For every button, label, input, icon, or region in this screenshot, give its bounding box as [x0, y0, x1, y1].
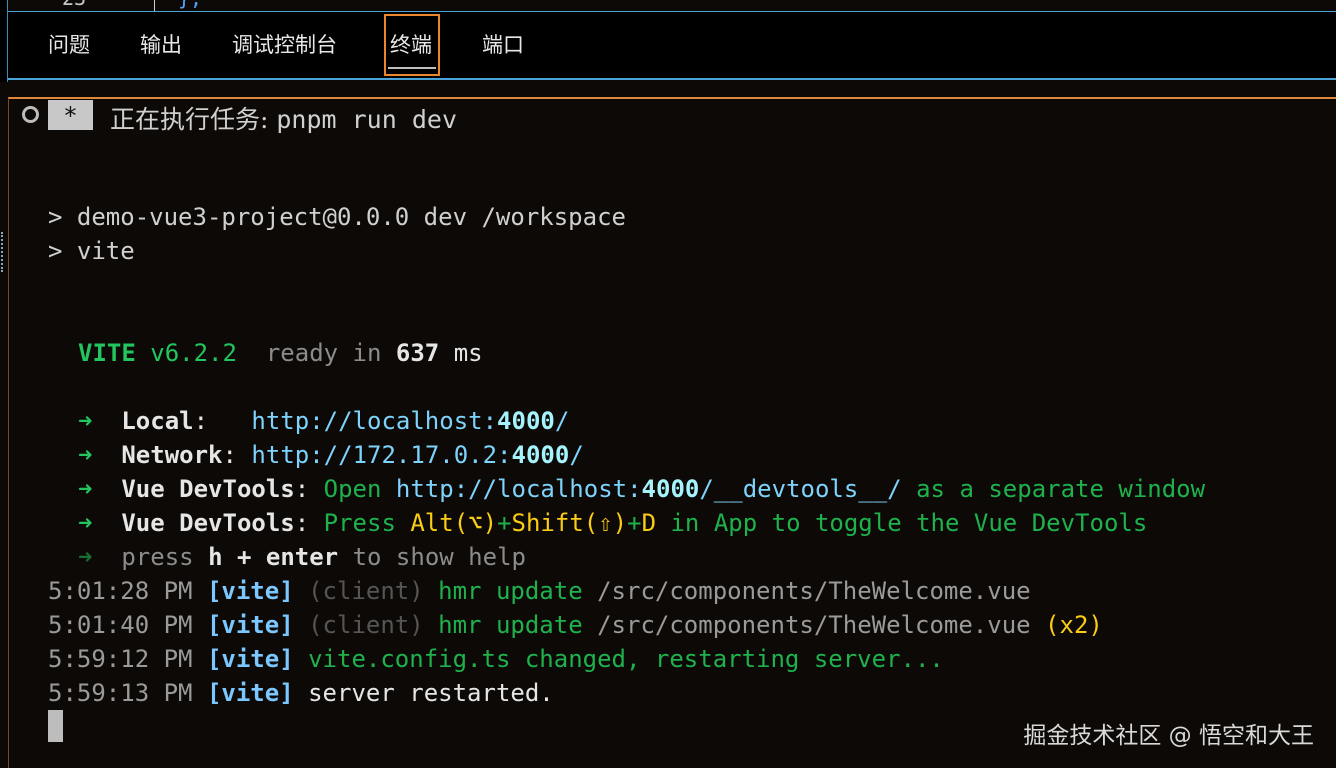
local-url-line: ➜ Local: http://localhost:4000/ — [78, 407, 570, 435]
vite-ready-line: VITE v6.2.2 ready in 637 ms — [78, 339, 483, 367]
task-badge: * — [48, 100, 93, 130]
script-line: > demo-vue3-project@0.0.0 dev /workspace — [48, 203, 626, 231]
tab-problems[interactable]: 问题 — [48, 14, 90, 76]
sash-handle[interactable] — [1, 232, 6, 272]
network-url-line: ➜ Network: http://172.17.0.2:4000/ — [78, 441, 584, 469]
network-url-link[interactable]: http://172.17.0.2:4000/ — [251, 441, 583, 469]
log-line: 5:59:13 PM [vite] server restarted. — [48, 679, 554, 707]
task-status-icon — [22, 106, 39, 123]
help-line: ➜ press h + enter to show help — [78, 543, 526, 571]
devtools-toggle-line: ➜ Vue DevTools: Press Alt(⌥)+Shift(⇧)+D … — [78, 509, 1148, 537]
arrow-icon: ➜ — [78, 543, 93, 571]
local-url-link[interactable]: http://localhost:4000/ — [251, 407, 569, 435]
arrow-icon: ➜ — [78, 441, 93, 469]
activity-edge — [0, 0, 8, 82]
devtools-url-link[interactable]: http://localhost:4000/__devtools__/ — [396, 475, 902, 503]
line-number: 23 — [62, 0, 86, 10]
code-text: }, — [178, 0, 202, 10]
script-line: > vite — [48, 237, 135, 265]
tab-debug-console[interactable]: 调试控制台 — [232, 14, 337, 76]
indent-guide — [154, 0, 155, 11]
task-status-line: 正在执行任务: pnpm run dev — [110, 105, 457, 134]
terminal-cursor — [48, 710, 63, 742]
log-line: 5:01:40 PM [vite] (client) hmr update /s… — [48, 611, 1103, 639]
tab-output[interactable]: 输出 — [140, 14, 182, 76]
arrow-icon: ➜ — [78, 509, 93, 537]
tab-terminal[interactable]: 终端 — [384, 14, 440, 76]
devtools-url-line: ➜ Vue DevTools: Open http://localhost:40… — [78, 475, 1206, 503]
tab-ports[interactable]: 端口 — [482, 14, 524, 76]
arrow-icon: ➜ — [78, 475, 93, 503]
log-line: 5:01:28 PM [vite] (client) hmr update /s… — [48, 577, 1031, 605]
arrow-icon: ➜ — [78, 407, 93, 435]
watermark: 掘金技术社区 @ 悟空和大王 — [1023, 723, 1314, 749]
panel-tab-bar: 问题 输出 调试控制台 终端 端口 — [8, 12, 1336, 80]
log-line: 5:59:12 PM [vite] vite.config.ts changed… — [48, 645, 944, 673]
